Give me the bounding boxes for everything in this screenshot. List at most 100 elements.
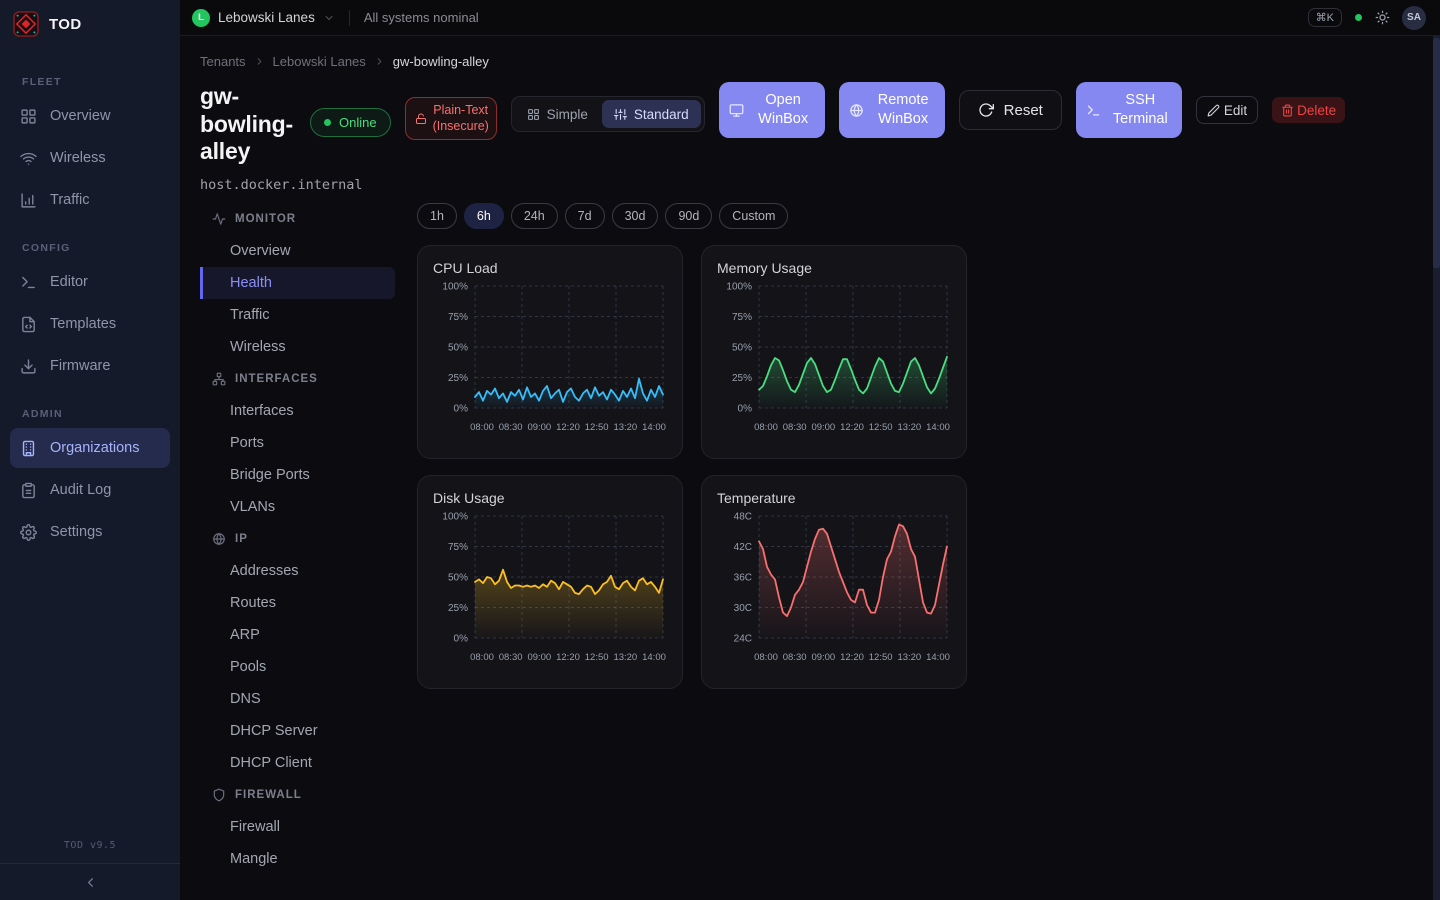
svg-text:13:20: 13:20	[897, 422, 921, 433]
view-mode-standard[interactable]: Standard	[602, 100, 701, 128]
svg-text:12:50: 12:50	[869, 422, 893, 433]
chart-card-disk-usage: Disk Usage100%75%50%25%0%08:0008:3009:00…	[417, 475, 683, 689]
sidebar-item-wireless[interactable]: Wireless	[10, 138, 170, 178]
time-range-6h[interactable]: 6h	[464, 203, 504, 229]
chevron-down-icon	[323, 12, 335, 24]
svg-text:30C: 30C	[734, 603, 752, 614]
subnav-item-ports[interactable]: Ports	[200, 427, 395, 459]
svg-text:09:00: 09:00	[527, 422, 551, 433]
svg-text:100%: 100%	[726, 281, 752, 292]
online-dot-icon	[324, 119, 331, 126]
sidebar-item-settings[interactable]: Settings	[10, 512, 170, 552]
breadcrumb-item-lebowski-lanes[interactable]: Lebowski Lanes	[273, 54, 366, 69]
terminal-icon	[1086, 103, 1101, 118]
subnav-section-ip: IP	[200, 523, 395, 555]
reset-button[interactable]: Reset	[959, 90, 1062, 130]
sidebar-item-templates[interactable]: Templates	[10, 304, 170, 344]
chart-card-temperature: Temperature48C42C36C30C24C08:0008:3009:0…	[701, 475, 967, 689]
view-mode-label: Simple	[547, 107, 588, 122]
delete-button[interactable]: Delete	[1272, 97, 1345, 123]
subnav-item-addresses[interactable]: Addresses	[200, 555, 395, 587]
sidebar-item-label: Audit Log	[50, 482, 111, 498]
chart-plot-cpu-load: 100%75%50%25%0%08:0008:3009:0012:2012:50…	[431, 278, 669, 442]
chart-plot-memory-usage: 100%75%50%25%0%08:0008:3009:0012:2012:50…	[715, 278, 953, 442]
svg-text:12:20: 12:20	[840, 422, 864, 433]
time-range-30d[interactable]: 30d	[612, 203, 659, 229]
subnav-item-traffic[interactable]: Traffic	[200, 299, 395, 331]
subnav-section-label: IP	[235, 533, 248, 545]
chart-title: CPU Load	[433, 260, 669, 276]
nav-section-fleet: FLEET	[0, 56, 180, 94]
subnav-item-arp[interactable]: ARP	[200, 619, 395, 651]
sidebar-nav: FLEETOverviewWirelessTrafficCONFIGEditor…	[0, 48, 180, 832]
sidebar-collapse-button[interactable]	[0, 863, 180, 900]
scrollbar-thumb[interactable]	[1433, 38, 1440, 268]
subnav-item-health[interactable]: Health	[200, 267, 395, 299]
sidebar-footer: TOD v9.5	[0, 832, 180, 900]
subnav-item-vlans[interactable]: VLANs	[200, 491, 395, 523]
svg-text:100%: 100%	[442, 511, 468, 522]
subnav-item-routes[interactable]: Routes	[200, 587, 395, 619]
subnav-item-interfaces[interactable]: Interfaces	[200, 395, 395, 427]
svg-text:12:20: 12:20	[556, 422, 580, 433]
subnav-item-bridge-ports[interactable]: Bridge Ports	[200, 459, 395, 491]
building-icon	[20, 440, 37, 457]
subnav-item-mangle[interactable]: Mangle	[200, 843, 395, 875]
time-range-24h[interactable]: 24h	[511, 203, 558, 229]
time-range-1h[interactable]: 1h	[417, 203, 457, 229]
breadcrumb-item-gw-bowling-alley: gw-bowling-alley	[393, 54, 489, 69]
view-mode-simple[interactable]: Simple	[515, 100, 600, 128]
subnav-item-dns[interactable]: DNS	[200, 683, 395, 715]
subnav-item-firewall[interactable]: Firewall	[200, 811, 395, 843]
network-icon	[212, 372, 226, 386]
subnav-item-pools[interactable]: Pools	[200, 651, 395, 683]
ssh-terminal-button[interactable]: SSH Terminal	[1076, 82, 1182, 138]
svg-text:08:30: 08:30	[499, 652, 523, 663]
svg-text:08:30: 08:30	[783, 422, 807, 433]
theme-toggle-sun-icon[interactable]	[1375, 10, 1390, 25]
chart-title: Disk Usage	[433, 490, 669, 506]
button-label: Edit	[1224, 103, 1247, 118]
open-winbox-button[interactable]: Open WinBox	[719, 82, 825, 138]
sidebar-item-traffic[interactable]: Traffic	[10, 180, 170, 220]
subnav-item-dhcp-server[interactable]: DHCP Server	[200, 715, 395, 747]
scrollbar-track[interactable]	[1433, 36, 1440, 900]
chevron-right-icon	[254, 56, 265, 67]
device-actions: Open WinBoxRemote WinBox Reset SSH Termina…	[719, 82, 1345, 138]
subnav-item-overview[interactable]: Overview	[200, 235, 395, 267]
sidebar-item-overview[interactable]: Overview	[10, 96, 170, 136]
svg-text:09:00: 09:00	[527, 652, 551, 663]
time-range-90d[interactable]: 90d	[665, 203, 712, 229]
file-code-icon	[20, 316, 37, 333]
tenant-switcher[interactable]: L Lebowski Lanes	[192, 9, 335, 27]
nav-section-admin: ADMIN	[0, 388, 180, 426]
view-mode-toggle: Simple Standard	[511, 96, 705, 132]
sidebar-item-organizations[interactable]: Organizations	[10, 428, 170, 468]
time-range-7d[interactable]: 7d	[565, 203, 605, 229]
unlock-icon	[415, 113, 427, 125]
sidebar-item-audit-log[interactable]: Audit Log	[10, 470, 170, 510]
topbar-divider	[349, 10, 350, 26]
remote-winbox-button[interactable]: Remote WinBox	[839, 82, 945, 138]
system-status-message: All systems nominal	[364, 10, 479, 25]
button-label: Delete	[1297, 103, 1336, 118]
svg-text:0%: 0%	[454, 403, 469, 414]
subnav-item-dhcp-client[interactable]: DHCP Client	[200, 747, 395, 779]
chevron-right-icon	[374, 56, 385, 67]
sidebar-item-editor[interactable]: Editor	[10, 262, 170, 302]
breadcrumb-item-tenants[interactable]: Tenants	[200, 54, 246, 69]
sidebar-item-firmware[interactable]: Firmware	[10, 346, 170, 386]
svg-text:14:00: 14:00	[642, 422, 666, 433]
logo-row[interactable]: TOD	[0, 0, 180, 48]
breadcrumb: Tenants Lebowski Lanes gw-bowling-alley	[200, 54, 1440, 69]
sidebar-item-label: Templates	[50, 316, 116, 332]
command-palette-shortcut[interactable]: ⌘K	[1308, 8, 1342, 27]
chart-title: Memory Usage	[717, 260, 953, 276]
insecure-badge: Plain-Text (Insecure)	[405, 97, 497, 140]
svg-text:12:20: 12:20	[840, 652, 864, 663]
subnav-item-wireless[interactable]: Wireless	[200, 331, 395, 363]
time-range-custom[interactable]: Custom	[719, 203, 788, 229]
edit-button[interactable]: Edit	[1196, 96, 1258, 124]
subnav-section-firewall: FIREWALL	[200, 779, 395, 811]
user-avatar[interactable]: SA	[1402, 6, 1426, 30]
